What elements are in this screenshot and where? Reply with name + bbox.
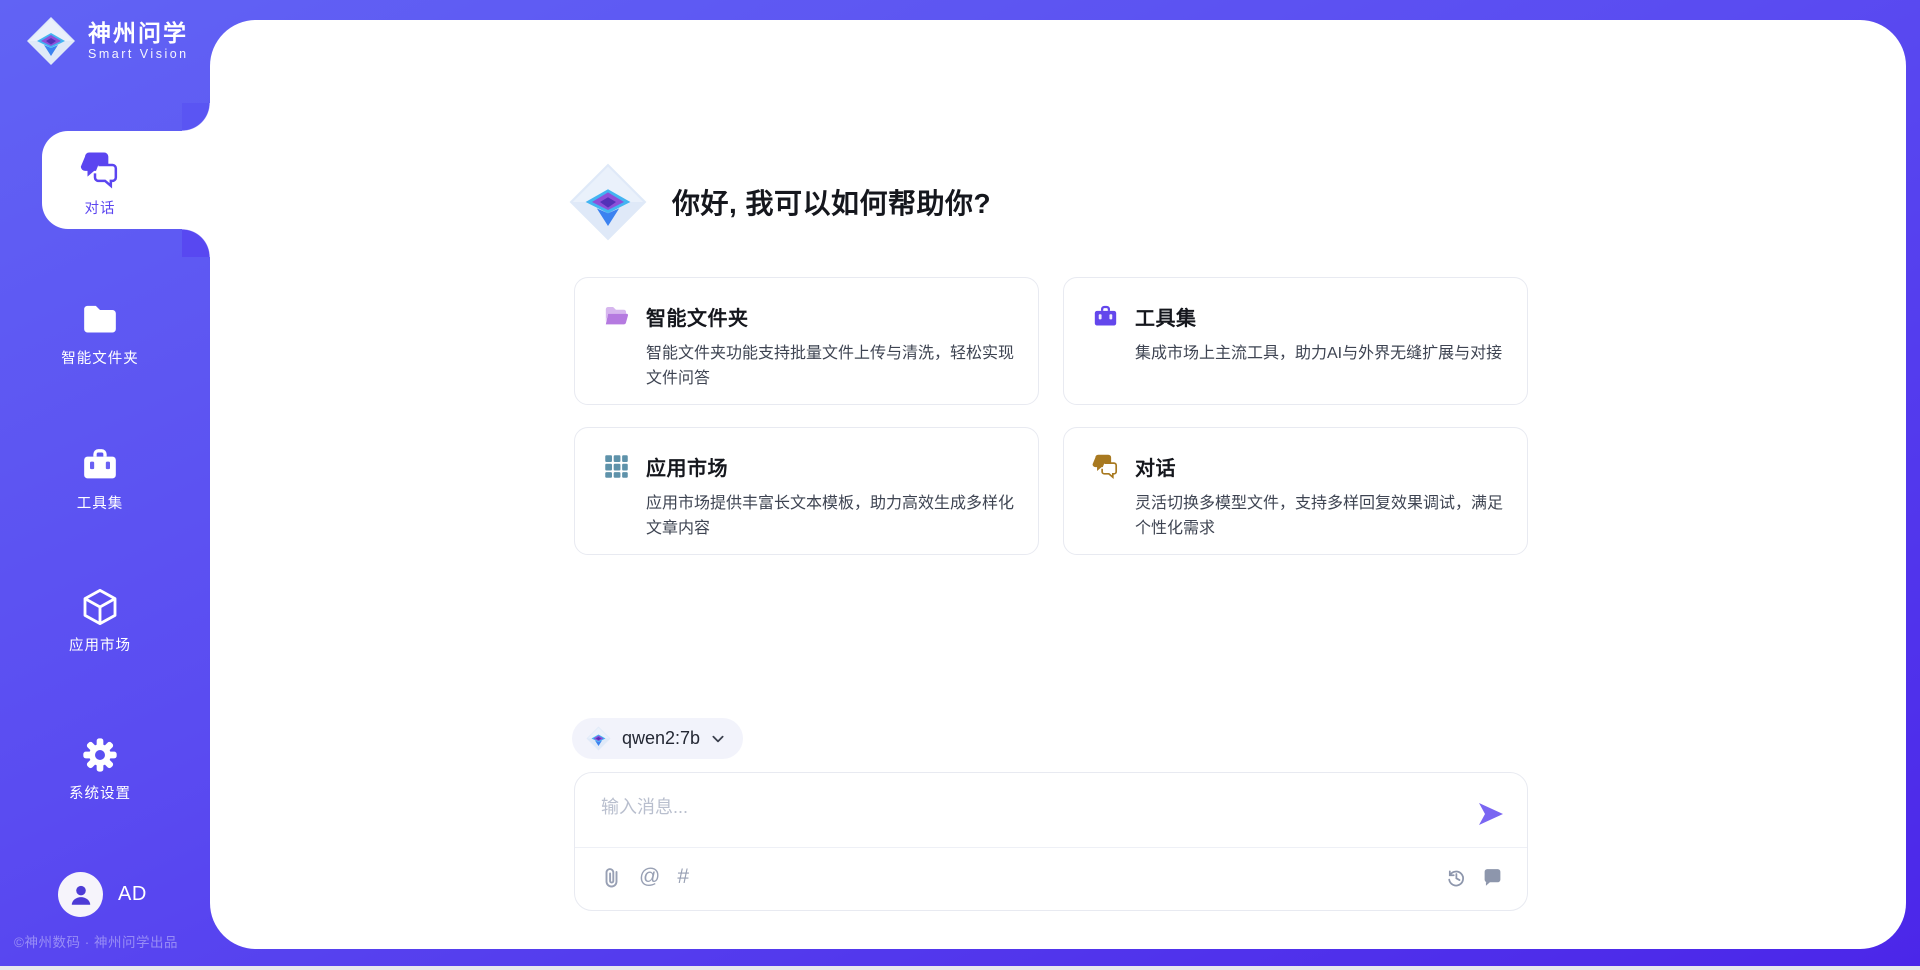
active-nav-fillet-top bbox=[182, 103, 210, 131]
card-title: 应用市场 bbox=[646, 452, 728, 481]
model-selector[interactable]: qwen2:7b bbox=[572, 718, 743, 759]
model-name: qwen2:7b bbox=[622, 728, 700, 749]
feature-card-toolset[interactable]: 工具集 集成市场上主流工具，助力AI与外界无缝扩展与对接 bbox=[1063, 277, 1528, 405]
brand-logo: 神州问学 Smart Vision bbox=[26, 16, 189, 66]
mention-button[interactable]: @ bbox=[639, 865, 660, 889]
card-title: 对话 bbox=[1135, 452, 1176, 481]
brand-subtitle: Smart Vision bbox=[88, 47, 189, 61]
card-description: 灵活切换多模型文件，支持多样回复效果调试，满足个性化需求 bbox=[1135, 491, 1511, 541]
chevron-down-icon bbox=[711, 732, 725, 746]
card-title: 工具集 bbox=[1135, 302, 1197, 331]
new-chat-button[interactable] bbox=[1482, 865, 1503, 889]
sidebar-item-app-market[interactable]: 应用市场 bbox=[0, 587, 200, 655]
bottom-edge-strip bbox=[0, 966, 1920, 970]
apps-grid-icon bbox=[603, 453, 630, 480]
chat-icon bbox=[1092, 453, 1119, 480]
sidebar: 神州问学 Smart Vision 对话 智能文件夹 工具集 应用市场 系统设置… bbox=[0, 0, 210, 970]
copyright-footer: ©神州数码 · 神州问学出品 bbox=[14, 931, 178, 951]
toolbox-icon bbox=[1092, 303, 1119, 330]
card-description: 智能文件夹功能支持批量文件上传与清洗，轻松实现文件问答 bbox=[646, 341, 1022, 391]
folder-open-icon bbox=[603, 303, 630, 330]
composer-divider bbox=[575, 847, 1527, 848]
sidebar-item-label: 应用市场 bbox=[69, 634, 131, 655]
history-button[interactable] bbox=[1445, 865, 1466, 889]
card-title: 智能文件夹 bbox=[646, 302, 749, 331]
sidebar-item-settings[interactable]: 系统设置 bbox=[0, 735, 200, 803]
sidebar-item-label: 智能文件夹 bbox=[61, 347, 139, 368]
user-initials: AD bbox=[118, 883, 147, 906]
topic-button[interactable]: # bbox=[677, 865, 689, 889]
folder-icon bbox=[80, 300, 120, 340]
card-description: 应用市场提供丰富长文本模板，助力高效生成多样化文章内容 bbox=[646, 491, 1022, 541]
active-nav-fillet-bottom bbox=[182, 229, 210, 257]
feature-card-chat[interactable]: 对话 灵活切换多模型文件，支持多样回复效果调试，满足个性化需求 bbox=[1063, 427, 1528, 555]
sidebar-item-label: 对话 bbox=[85, 197, 116, 218]
paperclip-icon bbox=[601, 865, 622, 889]
sidebar-item-smart-folder[interactable]: 智能文件夹 bbox=[0, 300, 200, 368]
sidebar-item-toolset[interactable]: 工具集 bbox=[0, 445, 200, 513]
feature-card-smart-folder[interactable]: 智能文件夹 智能文件夹功能支持批量文件上传与清洗，轻松实现文件问答 bbox=[574, 277, 1039, 405]
sidebar-item-label: 工具集 bbox=[77, 492, 124, 513]
toolbox-icon bbox=[80, 445, 120, 485]
sidebar-item-label: 系统设置 bbox=[69, 782, 131, 803]
feature-card-app-market[interactable]: 应用市场 应用市场提供丰富长文本模板，助力高效生成多样化文章内容 bbox=[574, 427, 1039, 555]
cube-icon bbox=[80, 587, 120, 627]
brand-gem-icon bbox=[26, 16, 76, 66]
gear-icon bbox=[80, 735, 120, 775]
user-profile[interactable]: AD bbox=[58, 872, 147, 917]
greeting-gem-icon bbox=[568, 162, 648, 242]
comment-icon bbox=[1482, 865, 1503, 889]
brand-name: 神州问学 bbox=[88, 21, 189, 46]
message-composer: @ # bbox=[574, 772, 1528, 911]
avatar bbox=[58, 872, 103, 917]
card-description: 集成市场上主流工具，助力AI与外界无缝扩展与对接 bbox=[1135, 341, 1511, 366]
main-content: 你好, 我可以如何帮助你? 智能文件夹 智能文件夹功能支持批量文件上传与清洗，轻… bbox=[574, 20, 1528, 949]
chat-icon bbox=[80, 150, 120, 190]
sidebar-item-chat[interactable]: 对话 bbox=[0, 150, 200, 218]
send-icon[interactable] bbox=[1477, 801, 1505, 827]
person-icon bbox=[68, 882, 94, 908]
greeting-block: 你好, 我可以如何帮助你? bbox=[568, 162, 991, 242]
message-input[interactable] bbox=[601, 793, 1441, 839]
main-panel: 你好, 我可以如何帮助你? 智能文件夹 智能文件夹功能支持批量文件上传与清洗，轻… bbox=[210, 20, 1906, 949]
model-gem-icon bbox=[586, 726, 611, 751]
greeting-title: 你好, 我可以如何帮助你? bbox=[672, 182, 991, 222]
history-icon bbox=[1445, 865, 1466, 889]
attach-file-button[interactable] bbox=[601, 865, 622, 889]
